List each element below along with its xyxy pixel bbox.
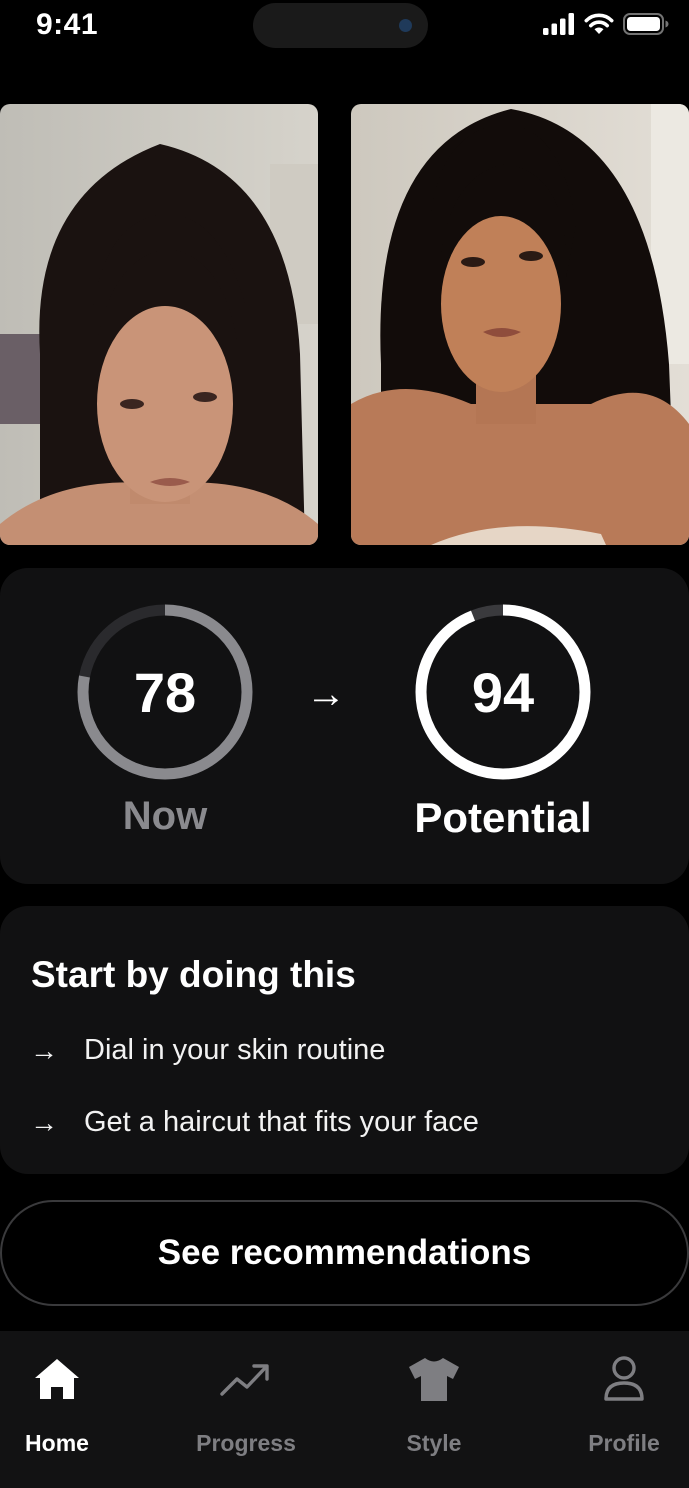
tab-profile[interactable]: Profile (544, 1353, 689, 1457)
action-item[interactable]: → Get a haircut that fits your face (30, 1106, 479, 1139)
potential-photo[interactable] (351, 104, 689, 545)
person-icon (598, 1353, 650, 1405)
trend-icon (220, 1353, 272, 1405)
status-icons (543, 13, 669, 35)
arrow-icon: → (306, 672, 346, 716)
tab-label-profile: Profile (588, 1430, 660, 1456)
tab-label-progress: Progress (196, 1430, 296, 1456)
tab-home[interactable]: Home (0, 1353, 137, 1457)
score-value-now: 78 (133, 660, 197, 724)
camera-dot (399, 19, 412, 32)
current-photo[interactable] (0, 104, 318, 545)
status-time: 9:41 (36, 8, 99, 41)
action-item-text: Dial in your skin routine (84, 1034, 386, 1066)
wifi-icon (584, 13, 614, 34)
score-ring-now: 78 (75, 602, 255, 782)
portrait-photo-potential (351, 104, 689, 545)
see-recommendations-button[interactable]: See recommendations (0, 1200, 689, 1306)
score-ring-potential: 94 (413, 602, 593, 782)
score-label-now: Now (122, 794, 208, 838)
battery-icon (623, 13, 669, 35)
action-item-text: Get a haircut that fits your face (84, 1106, 479, 1138)
score-card: 78 → 94 Now Potential (0, 568, 689, 884)
score-label-potential: Potential (414, 794, 592, 841)
tab-bar: Home Progress Style Profile (0, 1331, 689, 1488)
action-item[interactable]: → Dial in your skin routine (30, 1034, 385, 1067)
tab-style[interactable]: Style (354, 1353, 514, 1457)
status-bar: 9:41 (0, 0, 689, 60)
action-card: Start by doing this → Dial in your skin … (0, 906, 689, 1174)
portrait-photo-now (0, 104, 318, 545)
signal-icon (543, 13, 574, 35)
home-icon (31, 1353, 83, 1405)
score-value-potential: 94 (471, 660, 535, 724)
tab-label-style: Style (406, 1430, 462, 1456)
arrow-right-icon: → (30, 1034, 58, 1066)
shirt-icon (408, 1353, 460, 1405)
arrow-right-icon: → (30, 1106, 58, 1138)
dynamic-island (253, 3, 428, 48)
action-card-title: Start by doing this (31, 954, 356, 995)
tab-progress[interactable]: Progress (166, 1353, 326, 1457)
tab-label-home: Home (25, 1430, 89, 1456)
